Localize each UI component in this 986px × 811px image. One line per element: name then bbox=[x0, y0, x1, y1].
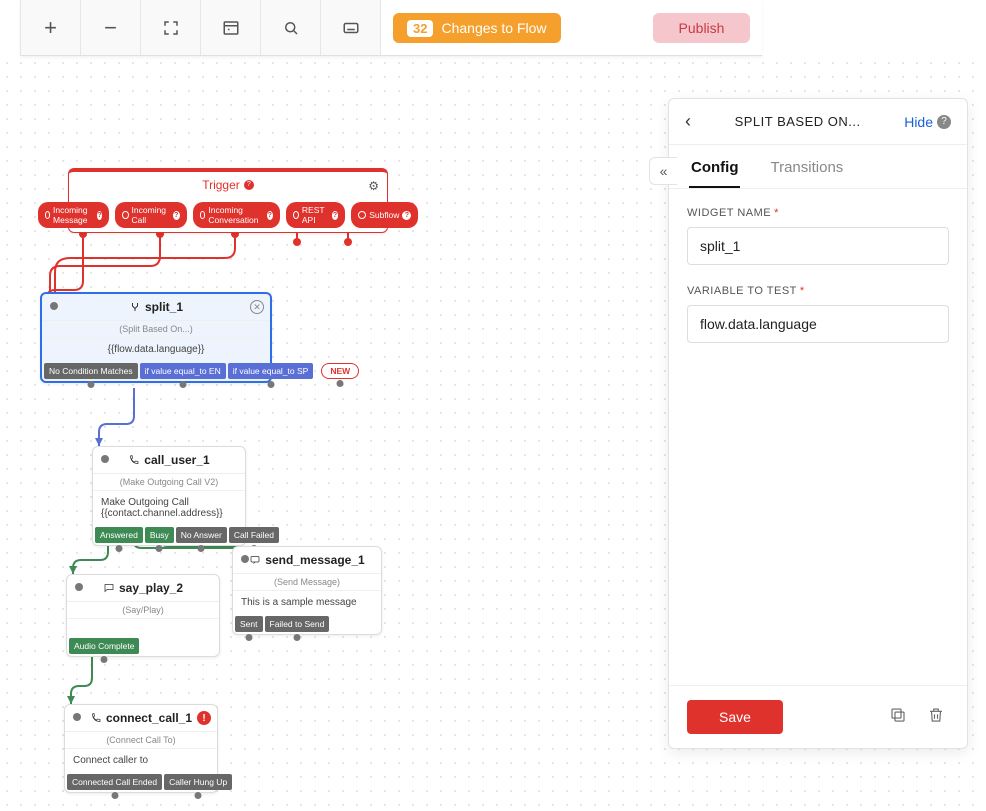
call-user-1-node[interactable]: call_user_1 (Make Outgoing Call V2) Make… bbox=[92, 446, 246, 546]
phone-icon bbox=[128, 454, 140, 466]
node-outputs: Audio Complete bbox=[67, 636, 219, 656]
node-outputs: Connected Call Ended Caller Hung Up bbox=[65, 772, 217, 792]
variable-to-test-input[interactable] bbox=[687, 305, 949, 343]
changes-to-flow-button[interactable]: 32 Changes to Flow bbox=[393, 13, 561, 43]
widget-name-input[interactable] bbox=[687, 227, 949, 265]
search-button[interactable] bbox=[261, 0, 321, 55]
widget-name-label: WIDGET NAME* bbox=[687, 207, 949, 219]
trigger-node[interactable]: Trigger ? ⚙ Incoming Message? Incoming C… bbox=[68, 168, 388, 233]
publish-button[interactable]: Publish bbox=[653, 13, 751, 43]
node-body: This is a sample message bbox=[233, 590, 381, 614]
tab-transitions[interactable]: Transitions bbox=[768, 145, 845, 188]
out-equal-en[interactable]: if value equal_to EN bbox=[140, 363, 226, 379]
trigger-out-rest-api[interactable]: REST API? bbox=[286, 202, 346, 228]
duplicate-button[interactable] bbox=[885, 702, 911, 733]
panel-footer: Save bbox=[669, 685, 967, 748]
toggle-minimap-button[interactable] bbox=[201, 0, 261, 55]
out-busy[interactable]: Busy bbox=[145, 527, 174, 543]
node-subtitle: (Send Message) bbox=[233, 574, 381, 590]
trigger-title: Trigger ? ⚙ bbox=[69, 172, 387, 198]
changes-count: 32 bbox=[407, 20, 433, 37]
node-subtitle: (Make Outgoing Call V2) bbox=[93, 474, 245, 490]
say-play-2-node[interactable]: say_play_2 (Say/Play) Audio Complete bbox=[66, 574, 220, 657]
trigger-out-incoming-call[interactable]: Incoming Call? bbox=[115, 202, 187, 228]
node-body: {{flow.data.language}} bbox=[42, 337, 270, 361]
out-equal-sp[interactable]: if value equal_to SP bbox=[228, 363, 314, 379]
message-icon bbox=[249, 554, 261, 566]
node-title: split_1 bbox=[42, 294, 270, 321]
node-subtitle: (Connect Call To) bbox=[65, 732, 217, 748]
connect-call-1-node[interactable]: ! connect_call_1 (Connect Call To) Conne… bbox=[64, 704, 218, 793]
changes-label: Changes to Flow bbox=[441, 20, 546, 36]
node-title: connect_call_1 bbox=[65, 705, 217, 732]
trigger-out-incoming-conversation[interactable]: Incoming Conversation? bbox=[193, 202, 280, 228]
out-no-condition[interactable]: No Condition Matches bbox=[44, 363, 138, 379]
out-failed-send[interactable]: Failed to Send bbox=[265, 616, 330, 632]
out-noanswer[interactable]: No Answer bbox=[176, 527, 227, 543]
keyboard-shortcuts-button[interactable] bbox=[321, 0, 381, 55]
node-outputs: No Condition Matches if value equal_to E… bbox=[42, 361, 270, 381]
out-sent[interactable]: Sent bbox=[235, 616, 263, 632]
panel-body: WIDGET NAME* VARIABLE TO TEST* bbox=[669, 189, 967, 685]
node-title: say_play_2 bbox=[67, 575, 219, 602]
tab-config[interactable]: Config bbox=[689, 145, 740, 188]
out-new[interactable]: NEW bbox=[321, 363, 359, 379]
out-audio-complete[interactable]: Audio Complete bbox=[69, 638, 139, 654]
split-1-node[interactable]: ✕ split_1 (Split Based On...) {{flow.dat… bbox=[40, 292, 272, 383]
node-body: Connect caller to bbox=[65, 748, 217, 772]
branch-icon bbox=[129, 301, 141, 313]
zoom-in-button[interactable]: + bbox=[21, 0, 81, 55]
out-connected-ended[interactable]: Connected Call Ended bbox=[67, 774, 162, 790]
node-outputs: Sent Failed to Send bbox=[233, 614, 381, 634]
trigger-out-subflow[interactable]: Subflow? bbox=[351, 202, 418, 228]
out-caller-hungup[interactable]: Caller Hung Up bbox=[164, 774, 232, 790]
node-subtitle: (Split Based On...) bbox=[42, 321, 270, 337]
toolbar: + − 32 Changes to Flow Publish bbox=[20, 0, 762, 56]
toolbar-icon-group: + − bbox=[21, 0, 381, 55]
gear-icon[interactable]: ⚙ bbox=[368, 179, 379, 193]
hide-panel-button[interactable]: Hide ? bbox=[904, 114, 951, 130]
out-answered[interactable]: Answered bbox=[95, 527, 143, 543]
trigger-outputs: Incoming Message? Incoming Call? Incomin… bbox=[69, 198, 387, 232]
config-sidepanel: « ‹ SPLIT BASED ON... Hide ? Config Tran… bbox=[668, 98, 968, 749]
node-title: call_user_1 bbox=[93, 447, 245, 474]
delete-button[interactable] bbox=[923, 702, 949, 733]
chat-icon bbox=[103, 582, 115, 594]
node-subtitle: (Say/Play) bbox=[67, 602, 219, 618]
zoom-out-button[interactable]: − bbox=[81, 0, 141, 55]
node-outputs: Answered Busy No Answer Call Failed bbox=[93, 525, 245, 545]
panel-title: SPLIT BASED ON... bbox=[701, 114, 894, 129]
save-button[interactable]: Save bbox=[687, 700, 783, 734]
node-body: Make Outgoing Call {{contact.channel.add… bbox=[93, 490, 245, 525]
help-icon[interactable]: ? bbox=[244, 180, 254, 190]
back-button[interactable]: ‹ bbox=[685, 111, 691, 132]
collapse-panel-button[interactable]: « bbox=[649, 157, 677, 185]
variable-to-test-label: VARIABLE TO TEST* bbox=[687, 285, 949, 297]
panel-tabs: Config Transitions bbox=[669, 145, 967, 189]
panel-header: ‹ SPLIT BASED ON... Hide ? bbox=[669, 99, 967, 145]
fit-view-button[interactable] bbox=[141, 0, 201, 55]
help-icon[interactable]: ? bbox=[937, 115, 951, 129]
phone-icon bbox=[90, 712, 102, 724]
out-callfailed[interactable]: Call Failed bbox=[229, 527, 279, 543]
trigger-out-incoming-message[interactable]: Incoming Message? bbox=[38, 202, 110, 228]
node-title: send_message_1 bbox=[233, 547, 381, 574]
send-message-1-node[interactable]: send_message_1 (Send Message) This is a … bbox=[232, 546, 382, 635]
